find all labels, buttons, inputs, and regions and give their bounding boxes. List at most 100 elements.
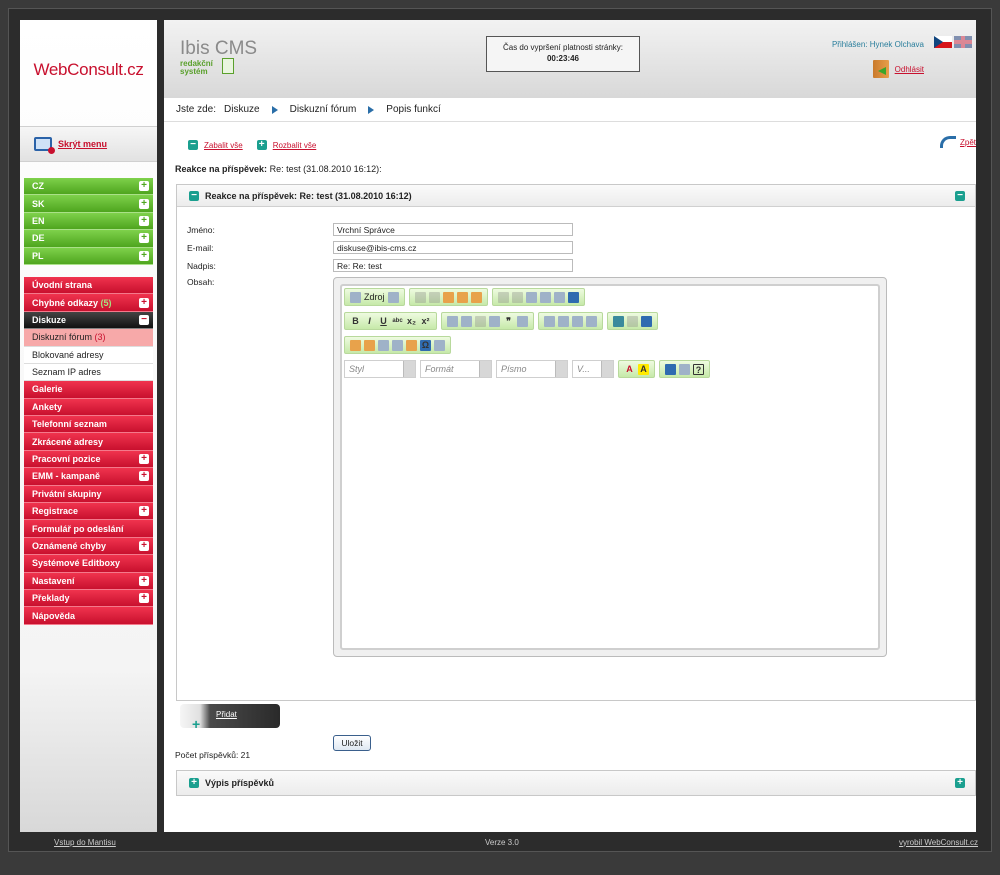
align-center-icon[interactable] — [558, 315, 569, 327]
menu-item[interactable]: Galerie — [24, 381, 153, 399]
indent-icon[interactable] — [489, 315, 500, 327]
collapse-icon[interactable]: − — [955, 191, 965, 201]
menu-item[interactable]: Privátní skupiny — [24, 485, 153, 504]
undo-icon[interactable] — [497, 291, 509, 303]
plus-icon[interactable]: + — [139, 506, 149, 517]
link-icon[interactable] — [613, 315, 624, 327]
vendor-link[interactable]: vyrobil WebConsult.cz — [899, 838, 978, 847]
style-select[interactable]: Styl — [344, 360, 416, 378]
menu-item[interactable]: Úvodní strana — [24, 276, 153, 295]
save-button[interactable]: Uložit — [333, 735, 371, 751]
replace-icon[interactable] — [539, 291, 551, 303]
menu-item[interactable]: Nápověda — [24, 607, 153, 625]
bold-icon[interactable]: B — [350, 316, 361, 327]
menu-item[interactable]: Telefonní seznam — [24, 416, 153, 434]
size-select[interactable]: V... — [572, 360, 614, 378]
strike-icon[interactable]: abc — [392, 316, 403, 327]
outdent-icon[interactable] — [475, 315, 486, 327]
horizontal-rule-icon[interactable] — [392, 339, 403, 351]
help-icon[interactable]: ? — [693, 363, 704, 375]
cut-icon[interactable] — [414, 291, 426, 303]
bg-color-icon[interactable]: A — [638, 363, 649, 375]
page-break-icon[interactable] — [434, 339, 445, 351]
superscript-icon[interactable]: x² — [420, 316, 431, 327]
plus-icon[interactable]: + — [139, 215, 149, 226]
lang-item[interactable]: DE + — [24, 230, 153, 248]
back-arrow-icon[interactable] — [939, 136, 956, 148]
menu-item[interactable]: Registrace + — [24, 503, 153, 521]
align-right-icon[interactable] — [572, 315, 583, 327]
bullet-list-icon[interactable] — [461, 315, 472, 327]
expand-icon[interactable]: + — [189, 778, 199, 788]
breadcrumb-item[interactable]: Diskuzní fórum — [290, 104, 357, 115]
subscript-icon[interactable]: x₂ — [406, 316, 417, 327]
plus-icon[interactable]: + — [139, 198, 149, 209]
smiley-icon[interactable] — [406, 339, 417, 351]
blockquote-icon[interactable]: ❞ — [503, 316, 514, 327]
menu-item[interactable]: Překlady + — [24, 589, 153, 608]
expand-icon[interactable]: + — [256, 140, 267, 150]
menu-item[interactable]: Oznámené chyby + — [24, 537, 153, 556]
menu-item[interactable]: Systémové Editboxy — [24, 555, 153, 573]
back-link[interactable]: Zpět — [960, 138, 976, 147]
find-icon[interactable] — [525, 291, 537, 303]
flash-icon[interactable] — [364, 339, 375, 351]
submenu-item[interactable]: Diskuzní fórum (3) — [24, 329, 153, 347]
breadcrumb-item[interactable]: Diskuze — [224, 104, 260, 115]
submenu-item[interactable]: Seznam IP adres — [24, 363, 153, 382]
plus-icon[interactable]: + — [139, 541, 149, 551]
redo-icon[interactable] — [511, 291, 523, 303]
name-field[interactable]: Vrchní Správce — [333, 223, 573, 236]
plus-icon[interactable]: + — [139, 233, 149, 244]
select-all-icon[interactable] — [553, 291, 565, 303]
flag-uk-icon[interactable] — [954, 36, 972, 48]
menu-item[interactable]: EMM - kampaně + — [24, 468, 153, 486]
paste-text-icon[interactable] — [456, 291, 468, 303]
logo[interactable]: WebConsult.cz — [20, 20, 157, 120]
menu-item[interactable]: Ankety — [24, 398, 153, 417]
italic-icon[interactable]: I — [364, 316, 375, 327]
lang-item[interactable]: CZ + — [24, 178, 153, 196]
numbered-list-icon[interactable] — [447, 315, 458, 327]
table-icon[interactable] — [378, 339, 389, 351]
plus-icon[interactable]: + — [139, 250, 149, 261]
reply-panel-header[interactable]: − Reakce na příspěvek: Re: test (31.08.2… — [177, 185, 975, 207]
collapse-icon[interactable]: − — [188, 140, 198, 150]
menu-item[interactable]: Diskuze − — [24, 311, 153, 330]
plus-icon[interactable]: + — [139, 454, 149, 465]
plus-icon[interactable]: + — [139, 593, 149, 604]
hide-menu-link[interactable]: Skrýt menu — [58, 139, 107, 149]
maximize-icon[interactable] — [665, 363, 676, 375]
div-icon[interactable] — [517, 315, 528, 327]
menu-item[interactable]: Pracovní pozice + — [24, 450, 153, 469]
image-icon[interactable] — [350, 339, 361, 351]
add-link[interactable]: Přidat — [216, 710, 237, 719]
menu-item[interactable]: Chybné odkazy (5) + — [24, 294, 153, 312]
special-char-icon[interactable]: Ω — [420, 339, 431, 351]
format-select[interactable]: Formát — [420, 360, 492, 378]
lang-item[interactable]: EN + — [24, 212, 153, 231]
show-blocks-icon[interactable] — [679, 363, 690, 375]
expand-icon[interactable]: + — [955, 778, 965, 788]
submenu-item[interactable]: Blokované adresy — [24, 346, 153, 364]
title-field[interactable]: Re: Re: test — [333, 259, 573, 272]
anchor-icon[interactable] — [641, 315, 652, 327]
add-button[interactable]: + Přidat — [180, 704, 280, 731]
collapse-icon[interactable]: − — [189, 190, 199, 201]
logout-link[interactable]: Odhlásit — [895, 65, 924, 74]
plus-icon[interactable]: + — [139, 181, 149, 192]
justify-icon[interactable] — [586, 315, 597, 327]
plus-icon[interactable]: + — [139, 575, 149, 586]
email-field[interactable]: diskuse@ibis-cms.cz — [333, 241, 573, 254]
remove-format-icon[interactable] — [567, 291, 579, 303]
minus-icon[interactable]: − — [139, 314, 149, 325]
underline-icon[interactable]: U — [378, 316, 389, 327]
source-button[interactable]: Zdroj — [344, 288, 405, 306]
mantis-link[interactable]: Vstup do Mantisu — [54, 838, 116, 847]
preview-icon[interactable] — [387, 291, 399, 303]
menu-item[interactable]: Formulář po odeslání — [24, 520, 153, 538]
posts-list-header[interactable]: + Výpis příspěvků + — [176, 770, 976, 796]
unlink-icon[interactable] — [627, 315, 638, 327]
menu-item[interactable]: Nastavení + — [24, 572, 153, 590]
font-select[interactable]: Písmo — [496, 360, 568, 378]
